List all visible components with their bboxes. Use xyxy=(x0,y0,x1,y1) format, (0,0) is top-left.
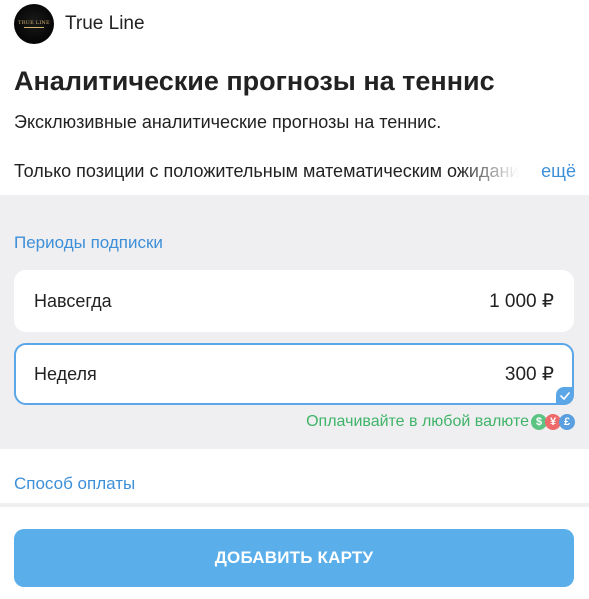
page-subtitle: Эксклюзивные аналитические прогнозы на т… xyxy=(14,112,442,132)
description-row: Только позиции с положительным математич… xyxy=(14,161,576,185)
payment-method-section: Способ оплаты xyxy=(0,449,589,507)
true-line-logo: TRUE LINE xyxy=(18,19,50,29)
logo-underline xyxy=(24,26,44,28)
periods-label: Периоды подписки xyxy=(14,233,163,252)
subscription-periods-section: Периоды подписки Навсегда 1 000 ₽ Неделя… xyxy=(0,195,589,449)
add-card-button[interactable]: ДОБАВИТЬ КАРТУ xyxy=(14,529,574,587)
channel-name: True Line xyxy=(65,13,145,34)
logo-text: TRUE LINE xyxy=(18,19,50,26)
channel-header: TRUE LINE True Line xyxy=(14,4,145,44)
plan-price: 1 000 ₽ xyxy=(489,290,554,312)
subscription-page: TRUE LINE True Line Аналитические прогно… xyxy=(0,0,589,599)
plan-name: Неделя xyxy=(34,363,97,384)
selected-check-icon xyxy=(556,387,574,405)
description-text: Только позиции с положительным математич… xyxy=(14,161,519,181)
page-title: Аналитические прогнозы на теннис xyxy=(14,66,495,96)
payment-method-label: Способ оплаты xyxy=(14,474,136,493)
currency-note-text: Оплачивайте в любой валюте xyxy=(306,413,529,430)
avatar: TRUE LINE xyxy=(14,4,54,44)
plan-price: 300 ₽ xyxy=(504,363,554,385)
pound-coin-icon: £ xyxy=(559,414,575,430)
currency-note: Оплачивайте в любой валюте $ ¥ £ xyxy=(306,413,575,431)
more-link[interactable]: ещё xyxy=(541,161,576,182)
plan-option-forever[interactable]: Навсегда 1 000 ₽ xyxy=(14,270,574,332)
plan-option-week[interactable]: Неделя 300 ₽ xyxy=(14,343,574,405)
plan-name: Навсегда xyxy=(34,290,112,311)
currency-icons: $ ¥ £ xyxy=(531,414,575,430)
